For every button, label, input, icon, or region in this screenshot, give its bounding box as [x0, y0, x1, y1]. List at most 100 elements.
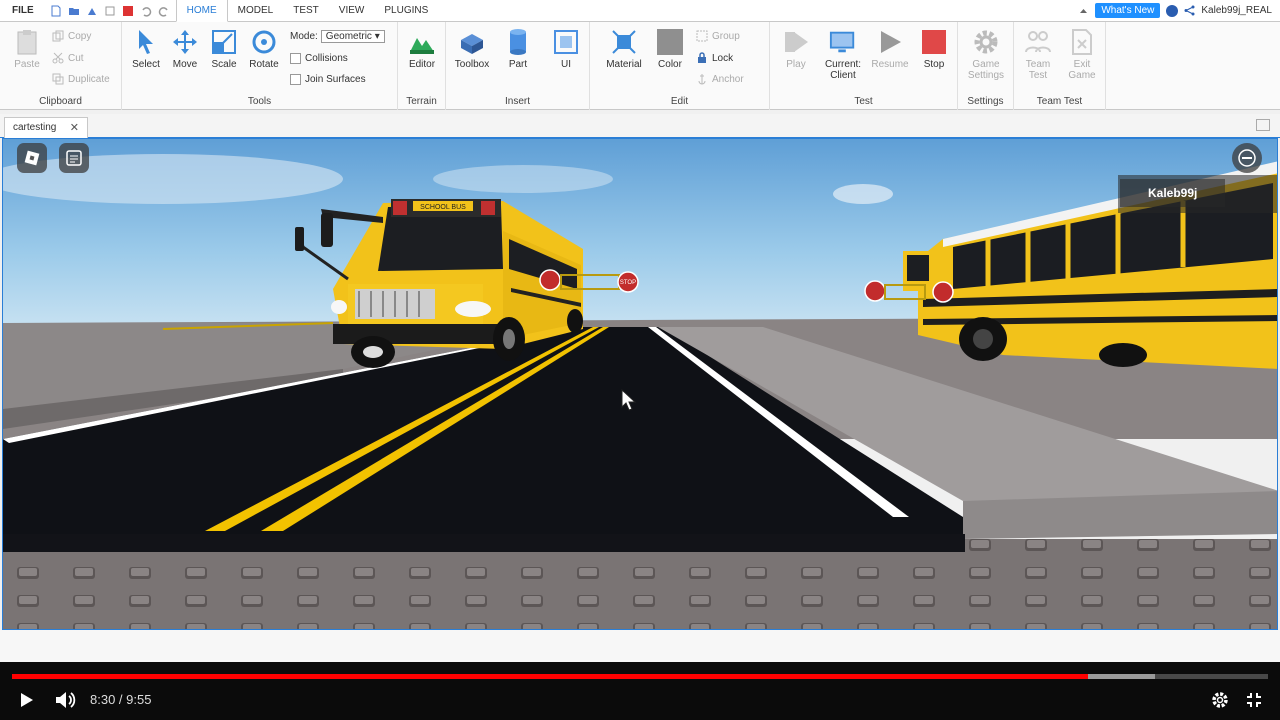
- play-button[interactable]: Play: [774, 28, 818, 70]
- team-test-button[interactable]: Team Test: [1016, 28, 1060, 81]
- join-surfaces-toggle[interactable]: Join Surfaces: [290, 74, 366, 85]
- tab-model[interactable]: MODEL: [228, 0, 284, 22]
- ribbon-tab-bar: FILE HOME MODEL TEST VIEW PLUGINS What's…: [0, 0, 1280, 22]
- anchor-icon: [698, 74, 706, 85]
- gear-icon: [1212, 692, 1228, 708]
- roblox-logo-icon: [24, 150, 40, 166]
- game-settings-button[interactable]: Game Settings: [964, 28, 1008, 81]
- join-surfaces-label: Join Surfaces: [305, 74, 366, 85]
- roblox-menu-button[interactable]: [17, 143, 47, 173]
- chat-button[interactable]: [59, 143, 89, 173]
- gear-icon: [974, 30, 998, 54]
- resume-label: Resume: [871, 59, 909, 70]
- move-button[interactable]: Move: [163, 28, 207, 70]
- collisions-toggle[interactable]: Collisions: [290, 53, 348, 64]
- school-bus-sign-text: SCHOOL BUS: [420, 204, 466, 211]
- ui-button[interactable]: UI: [544, 28, 588, 70]
- material-icon: [612, 30, 636, 54]
- game-viewport[interactable]: SCHOOL BUS STOP Kaleb99j: [2, 138, 1278, 630]
- paste-button[interactable]: Paste: [6, 28, 48, 70]
- team-test-icon: [1025, 31, 1051, 53]
- mode-dropdown[interactable]: Geometric ▾: [320, 30, 385, 43]
- cut-button[interactable]: Cut: [52, 52, 84, 64]
- stop-sign-left: [539, 269, 561, 291]
- settings-group: Game Settings Settings: [958, 22, 1014, 110]
- material-button[interactable]: Material: [602, 28, 646, 70]
- tab-plugins[interactable]: PLUGINS: [374, 0, 438, 22]
- ui-frame-icon: [554, 30, 578, 54]
- chat-icon: [66, 150, 82, 166]
- tab-test[interactable]: TEST: [283, 0, 329, 22]
- help-icon[interactable]: [1166, 4, 1179, 17]
- part-label: Part: [508, 59, 528, 70]
- play-label: Play: [786, 59, 806, 70]
- quick-access-toolbar: [44, 5, 176, 17]
- color-button[interactable]: Color: [648, 28, 692, 70]
- mute-button[interactable]: [54, 689, 78, 711]
- new-file-icon[interactable]: [50, 5, 62, 17]
- group-button[interactable]: Group: [696, 30, 740, 42]
- publish-icon[interactable]: [86, 5, 98, 17]
- exit-fullscreen-button[interactable]: [1242, 689, 1266, 711]
- redo-icon[interactable]: [158, 5, 170, 17]
- player-list-button[interactable]: [1232, 143, 1262, 173]
- duplicate-button[interactable]: Duplicate: [52, 73, 110, 85]
- rotate-button[interactable]: Rotate: [242, 28, 286, 70]
- mouse-cursor-icon: [621, 389, 637, 411]
- current-client-label: Current: Client: [824, 59, 862, 81]
- mode-label: Mode:: [290, 31, 318, 42]
- tab-home[interactable]: HOME: [175, 0, 228, 22]
- share-icon[interactable]: [1184, 5, 1195, 16]
- play-icon: [785, 32, 808, 52]
- duplicate-label: Duplicate: [68, 73, 110, 85]
- stop-button[interactable]: Stop: [912, 28, 956, 70]
- part-button[interactable]: Part: [496, 28, 540, 70]
- rotate-icon: [252, 30, 276, 54]
- stop-record-icon[interactable]: [122, 5, 134, 17]
- whats-new-button[interactable]: What's New: [1095, 3, 1161, 18]
- tab-file[interactable]: FILE: [0, 0, 44, 22]
- video-progress-bar[interactable]: [12, 674, 1268, 679]
- maximize-viewport-icon[interactable]: [1256, 119, 1270, 131]
- lock-icon: [698, 52, 706, 63]
- top-right-area: What's New Kaleb99j_REAL: [1078, 3, 1272, 18]
- color-label: Color: [658, 59, 682, 70]
- collapse-ribbon-icon[interactable]: [1078, 5, 1089, 16]
- copy-button[interactable]: Copy: [52, 30, 91, 42]
- roblox-studio-video-frame: FILE HOME MODEL TEST VIEW PLUGINS What's…: [0, 0, 1280, 720]
- toolbox-button[interactable]: Toolbox: [450, 28, 494, 70]
- scale-label: Scale: [211, 59, 237, 70]
- select-button[interactable]: Select: [124, 28, 168, 70]
- copy-icon: [52, 30, 64, 42]
- tab-view[interactable]: VIEW: [329, 0, 375, 22]
- username-label[interactable]: Kaleb99j_REAL: [1201, 5, 1272, 16]
- scale-button[interactable]: Scale: [202, 28, 246, 70]
- current-client-button[interactable]: Current: Client: [820, 28, 866, 81]
- split-icon[interactable]: [104, 5, 116, 17]
- document-tab-cartesting[interactable]: cartesting ✕: [4, 117, 88, 138]
- terrain-editor-button[interactable]: Editor: [400, 28, 444, 70]
- undo-icon[interactable]: [140, 5, 152, 17]
- resume-button[interactable]: Resume: [868, 28, 912, 70]
- collisions-checkbox[interactable]: [290, 53, 301, 64]
- copy-label: Copy: [68, 30, 92, 42]
- open-folder-icon[interactable]: [68, 5, 80, 17]
- exit-game-button[interactable]: Exit Game: [1060, 28, 1104, 81]
- move-label: Move: [172, 59, 198, 70]
- play-pause-button[interactable]: [16, 689, 38, 711]
- anchor-button[interactable]: Anchor: [696, 73, 744, 85]
- select-label: Select: [132, 59, 160, 70]
- team-test-label: Team Test: [1025, 59, 1051, 81]
- color-swatch-icon: [657, 29, 683, 55]
- join-surfaces-checkbox[interactable]: [290, 74, 301, 85]
- tools-group: Select Move Scale Rotate Mode: Geometric …: [122, 22, 398, 110]
- game-settings-label: Game Settings: [967, 59, 1005, 81]
- insert-group: Toolbox Part UI Insert: [446, 22, 590, 110]
- clipboard-title: Clipboard: [39, 96, 82, 107]
- volume-icon: [56, 692, 76, 708]
- video-settings-button[interactable]: [1208, 689, 1232, 711]
- lock-button[interactable]: Lock: [696, 52, 733, 64]
- video-time-display: 8:30 / 9:55: [90, 692, 152, 707]
- close-tab-icon[interactable]: ✕: [70, 121, 79, 134]
- mode-select[interactable]: Mode: Geometric ▾: [290, 30, 385, 43]
